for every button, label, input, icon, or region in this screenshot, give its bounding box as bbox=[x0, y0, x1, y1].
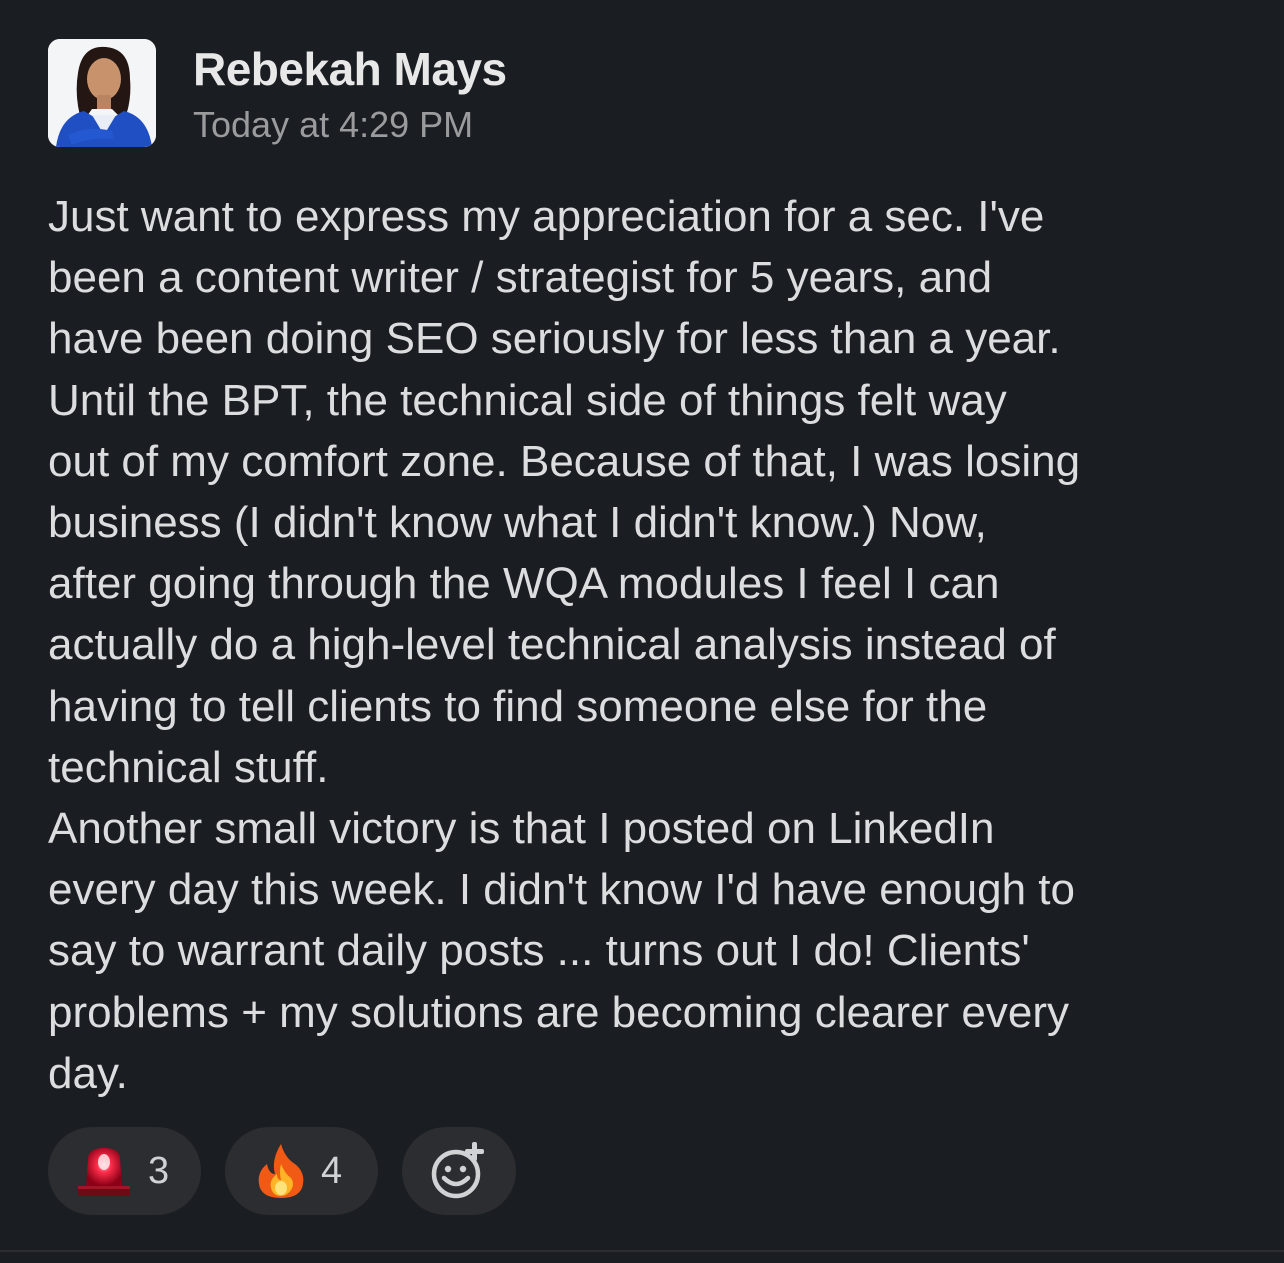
message-line: after going through the WQA modules I fe… bbox=[48, 559, 1000, 609]
message-line: actually do a high-level technical analy… bbox=[48, 620, 1056, 670]
message-line: technical stuff. bbox=[48, 742, 329, 792]
fire-icon bbox=[255, 1142, 307, 1200]
chat-message: Rebekah Mays Today at 4:29 PM Just want … bbox=[0, 0, 1284, 1263]
message-line: having to tell clients to find someone e… bbox=[48, 681, 988, 731]
siren-icon bbox=[74, 1142, 134, 1200]
reaction-siren-button[interactable]: 3 bbox=[48, 1127, 201, 1215]
message-line: say to warrant daily posts ... turns out… bbox=[48, 926, 1030, 976]
message-line: every day this week. I didn't know I'd h… bbox=[48, 865, 1075, 915]
message-line: business (I didn't know what I didn't kn… bbox=[48, 498, 987, 548]
message-line: Another small victory is that I posted o… bbox=[48, 804, 995, 854]
message-line: Until the BPT, the technical side of thi… bbox=[48, 375, 1007, 425]
author-name[interactable]: Rebekah Mays bbox=[193, 42, 507, 96]
reaction-count: 3 bbox=[148, 1149, 170, 1192]
message-timestamp[interactable]: Today at 4:29 PM bbox=[193, 104, 473, 146]
message-line: have been doing SEO seriously for less t… bbox=[48, 314, 1061, 364]
message-line: Just want to express my appreciation for… bbox=[48, 192, 1045, 241]
divider bbox=[0, 1250, 1284, 1252]
add-reaction-button[interactable] bbox=[402, 1127, 516, 1215]
add-reaction-icon bbox=[428, 1140, 490, 1202]
reaction-fire-button[interactable]: 4 bbox=[225, 1127, 378, 1215]
message-body: Just want to express my appreciation for… bbox=[48, 186, 1248, 1104]
message-line: out of my comfort zone. Because of that,… bbox=[48, 436, 1081, 486]
avatar-photo bbox=[48, 39, 156, 147]
message-line: day. bbox=[48, 1048, 128, 1098]
message-line: problems + my solutions are becoming cle… bbox=[48, 987, 1070, 1037]
reaction-count: 4 bbox=[321, 1149, 343, 1192]
message-line: been a content writer / strategist for 5… bbox=[48, 253, 993, 303]
avatar[interactable] bbox=[48, 39, 156, 147]
